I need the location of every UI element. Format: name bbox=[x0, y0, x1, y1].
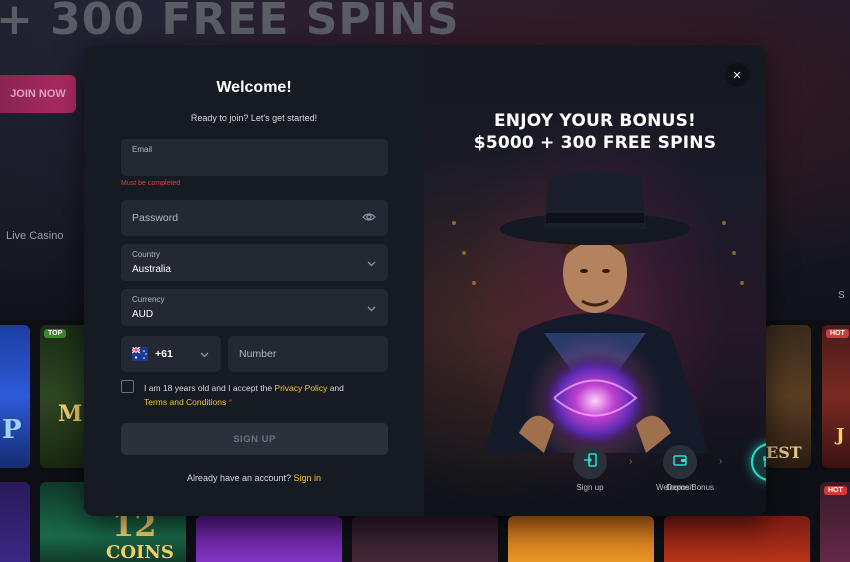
chevron-right-icon: › bbox=[719, 456, 723, 467]
game-tile[interactable] bbox=[508, 516, 654, 562]
terms-prefix: I am 18 years old and I accept the bbox=[144, 383, 275, 393]
phone-number-input[interactable]: Number bbox=[228, 336, 388, 372]
game-tile[interactable] bbox=[196, 516, 342, 562]
currency-value: AUD bbox=[132, 309, 154, 320]
australia-flag-icon bbox=[132, 347, 148, 361]
gift-icon bbox=[763, 453, 766, 472]
eye-icon[interactable] bbox=[362, 209, 376, 227]
tile-title: EST bbox=[766, 443, 802, 462]
hero-title: + 300 FREE SPINS bbox=[0, 0, 460, 45]
join-now-button[interactable]: JOIN NOW bbox=[0, 75, 76, 113]
country-select[interactable]: Country Australia bbox=[121, 244, 388, 281]
hot-badge: HOT bbox=[826, 329, 849, 338]
game-tile[interactable]: P bbox=[0, 325, 30, 468]
signup-modal: Welcome! Ready to join? Let's get starte… bbox=[84, 45, 766, 516]
hot-badge: HOT bbox=[824, 486, 847, 495]
game-tile[interactable] bbox=[664, 516, 810, 562]
game-tile[interactable] bbox=[352, 516, 498, 562]
terms-checkbox[interactable] bbox=[121, 380, 134, 393]
terms-and: and bbox=[327, 383, 344, 393]
currency-select[interactable]: Currency AUD bbox=[121, 289, 388, 326]
signup-form: Welcome! Ready to join? Let's get starte… bbox=[84, 45, 424, 516]
step-welcome-bonus-label: Welcome Bonus bbox=[655, 483, 715, 492]
phone-code-value: +61 bbox=[155, 348, 173, 360]
nav-partial-item[interactable]: S bbox=[838, 290, 845, 301]
modal-title: Welcome! bbox=[216, 79, 292, 96]
phone-code-select[interactable]: +61 bbox=[121, 336, 221, 372]
promo-line-1: ENJOY YOUR BONUS! bbox=[493, 111, 697, 131]
chevron-down-icon bbox=[200, 345, 209, 363]
email-error: Must be completed bbox=[121, 180, 181, 187]
chevron-down-icon bbox=[367, 299, 376, 317]
step-deposit bbox=[663, 445, 697, 479]
email-label: Email bbox=[132, 145, 153, 154]
game-tile[interactable]: HOT bbox=[820, 482, 850, 562]
magician-illustration bbox=[452, 170, 744, 453]
tile-title: J bbox=[836, 425, 845, 446]
chevron-right-icon: › bbox=[629, 456, 633, 467]
login-icon bbox=[583, 452, 597, 472]
tile-title: M bbox=[58, 401, 83, 427]
game-tile[interactable]: TOP M bbox=[40, 325, 90, 468]
currency-label: Currency bbox=[132, 295, 165, 304]
already-text: Already have an account? bbox=[186, 473, 294, 483]
password-field[interactable]: Password bbox=[121, 200, 388, 236]
required-mark: * bbox=[226, 397, 232, 407]
step-signup bbox=[573, 445, 607, 479]
game-tile[interactable] bbox=[0, 482, 30, 562]
tile-subtitle: COINS bbox=[106, 542, 174, 562]
country-label: Country bbox=[132, 250, 161, 259]
password-placeholder: Password bbox=[132, 212, 179, 224]
close-button[interactable]: ✕ bbox=[725, 63, 749, 87]
country-value: Australia bbox=[132, 264, 171, 275]
step-signup-label: Sign up bbox=[576, 483, 604, 492]
phone-number-placeholder: Number bbox=[239, 348, 277, 360]
promo-panel: ENJOY YOUR BONUS! $5000 + 300 FREE SPINS bbox=[424, 45, 766, 516]
game-tile[interactable]: EST bbox=[766, 325, 811, 468]
signin-prompt: Already have an account? Sign in bbox=[84, 473, 424, 483]
promo-line-2: $5000 + 300 FREE SPINS bbox=[473, 133, 717, 153]
tile-title: P bbox=[2, 415, 22, 445]
chevron-down-icon bbox=[367, 254, 376, 272]
signup-button[interactable]: SIGN UP bbox=[121, 423, 388, 455]
email-field[interactable]: Email bbox=[121, 139, 388, 176]
terms-conditions-link[interactable]: Terms and Conditions bbox=[144, 397, 226, 407]
nav-live-casino[interactable]: Live Casino bbox=[6, 230, 63, 242]
signin-link[interactable]: Sign in bbox=[294, 473, 322, 483]
close-icon: ✕ bbox=[732, 69, 742, 82]
modal-subtitle: Ready to join? Let's get started! bbox=[190, 113, 318, 123]
game-tile[interactable]: HOT J bbox=[822, 325, 850, 468]
terms-text: I am 18 years old and I accept the Priva… bbox=[144, 381, 384, 409]
wallet-icon bbox=[673, 453, 687, 472]
top-badge: TOP bbox=[44, 329, 67, 338]
privacy-policy-link[interactable]: Privacy Policy bbox=[274, 383, 327, 393]
